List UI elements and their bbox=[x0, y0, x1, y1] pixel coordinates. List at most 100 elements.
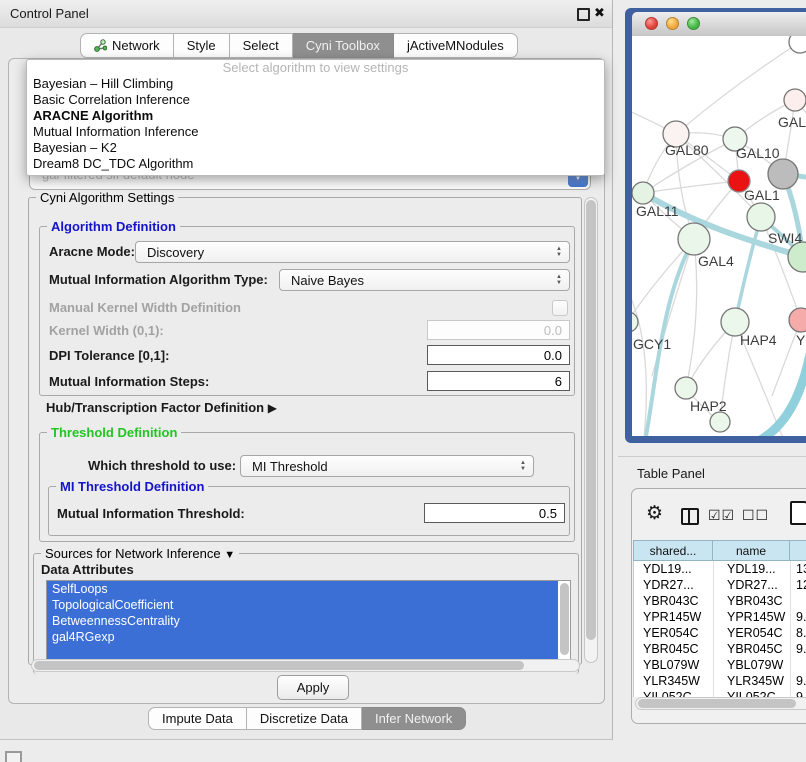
node-gray[interactable] bbox=[768, 159, 798, 189]
table-cell: YBR043C bbox=[714, 593, 791, 609]
mi-threshold-field[interactable] bbox=[424, 503, 565, 523]
control-panel-tabbar: Network Style Select Cyni Toolbox jActiv… bbox=[80, 33, 518, 58]
algorithm-popup-list: Select algorithm to view settings Bayesi… bbox=[26, 59, 605, 176]
popup-item[interactable]: Basic Correlation Inference bbox=[27, 92, 604, 108]
select-all-icon[interactable]: ☑☑ bbox=[708, 507, 735, 524]
node-gal4[interactable] bbox=[678, 223, 710, 255]
settings-horizontal-scrollbar[interactable] bbox=[31, 659, 580, 672]
bottom-tabbar: Impute Data Discretize Data Infer Networ… bbox=[148, 707, 466, 730]
mi-type-value: Naive Bayes bbox=[291, 273, 364, 288]
node-gal-partial[interactable] bbox=[784, 89, 806, 111]
which-threshold-value: MI Threshold bbox=[252, 459, 328, 474]
table-cell: YLR345W bbox=[634, 673, 714, 689]
list-item[interactable]: TopologicalCoefficient bbox=[47, 597, 558, 613]
network-canvas[interactable]: GAL GAL80 GAL10 GAL1 GAL11 SWI4 GAL4 GCY… bbox=[632, 36, 806, 436]
table-row[interactable]: YBL079WYBL079W bbox=[634, 657, 806, 673]
gear-icon[interactable]: ⚙ bbox=[646, 502, 663, 525]
tab-select[interactable]: Select bbox=[230, 33, 293, 58]
tab-discretize-data[interactable]: Discretize Data bbox=[247, 707, 362, 730]
table-cell: 9. bbox=[791, 641, 806, 657]
network-graph[interactable]: GAL GAL80 GAL10 GAL1 GAL11 SWI4 GAL4 GCY… bbox=[632, 36, 806, 436]
table-cell: YBR043C bbox=[634, 593, 714, 609]
node-label: GAL10 bbox=[736, 145, 780, 161]
aracne-mode-combo[interactable]: Discovery ▲▼ bbox=[135, 241, 570, 263]
column-browser-icon[interactable] bbox=[681, 508, 699, 525]
mi-type-combo[interactable]: Naive Bayes ▲▼ bbox=[279, 269, 570, 291]
node-swi4[interactable] bbox=[747, 203, 775, 231]
table-row[interactable]: YLR345WYLR345W9. bbox=[634, 673, 806, 689]
control-panel-window: Control Panel ✖ Network Style Select Cyn… bbox=[0, 0, 613, 740]
kernel-width-label: Kernel Width (0,1): bbox=[49, 323, 164, 338]
data-attributes-list[interactable]: SelfLoops TopologicalCoefficient Between… bbox=[46, 580, 571, 662]
mi-steps-field[interactable] bbox=[427, 371, 570, 391]
table-cell: YLR345W bbox=[714, 673, 791, 689]
node-hap2[interactable] bbox=[675, 377, 697, 399]
table-row[interactable]: YBR045CYBR045C9. bbox=[634, 641, 806, 657]
screen: Control Panel ✖ Network Style Select Cyn… bbox=[0, 0, 806, 762]
table-cell: YBL079W bbox=[634, 657, 714, 673]
popup-item[interactable]: Bayesian – K2 bbox=[27, 140, 604, 156]
table-row[interactable]: YIL052CYIL052C9 bbox=[634, 689, 806, 697]
popup-item-highlighted[interactable]: ARACNE Algorithm bbox=[27, 108, 604, 124]
list-item[interactable]: SelfLoops bbox=[47, 581, 558, 597]
tab-jactivemnodules[interactable]: jActiveMNodules bbox=[394, 33, 518, 58]
node-salmon[interactable] bbox=[789, 308, 806, 332]
close-icon[interactable]: ✖ bbox=[594, 5, 605, 21]
table-cell: YDR27... bbox=[634, 577, 714, 593]
hub-definition-expander[interactable]: Hub/Transcription Factor Definition ▶ bbox=[46, 400, 277, 415]
popup-item[interactable]: Mutual Information Inference bbox=[27, 124, 604, 140]
tab-network[interactable]: Network bbox=[80, 33, 174, 58]
new-table-icon[interactable] bbox=[790, 501, 806, 525]
deselect-all-icon[interactable]: ☐☐ bbox=[742, 507, 769, 524]
column-header-shared-name[interactable]: shared... bbox=[633, 540, 713, 561]
list-item[interactable]: BetweennessCentrality bbox=[47, 613, 558, 629]
cyni-toolbox-panel: gal-filtered sif default node ▲▼ Select … bbox=[8, 58, 605, 704]
tab-label: Network bbox=[112, 38, 160, 53]
table-horizontal-scrollbar[interactable] bbox=[635, 697, 806, 710]
apply-button[interactable]: Apply bbox=[277, 675, 349, 700]
table-cell: 13 bbox=[791, 561, 806, 577]
table-row[interactable]: YBR043CYBR043C bbox=[634, 593, 806, 609]
sources-collapse-header[interactable]: Sources for Network Inference ▼ bbox=[41, 546, 239, 561]
scrollbar-thumb[interactable] bbox=[34, 661, 524, 670]
dock-panel-icon[interactable] bbox=[5, 751, 22, 762]
tab-cyni-toolbox[interactable]: Cyni Toolbox bbox=[293, 33, 394, 58]
which-threshold-combo[interactable]: MI Threshold ▲▼ bbox=[240, 455, 534, 477]
table-row[interactable]: YDL19...YDL19...13 bbox=[634, 561, 806, 577]
float-window-icon[interactable] bbox=[577, 8, 590, 21]
tab-impute-data[interactable]: Impute Data bbox=[148, 707, 247, 730]
collapse-arrow-icon: ▼ bbox=[224, 549, 235, 561]
list-vertical-scrollbar[interactable] bbox=[560, 583, 569, 655]
network-window-titlebar[interactable] bbox=[632, 12, 806, 37]
manual-kernel-checkbox[interactable] bbox=[552, 300, 568, 316]
tab-infer-network[interactable]: Infer Network bbox=[362, 707, 466, 730]
node-label: HAP2 bbox=[690, 398, 727, 414]
table-cell: YIL052C bbox=[714, 689, 791, 697]
table-row[interactable]: YDR27...YDR27...12 bbox=[634, 577, 806, 593]
list-item[interactable]: gal4RGexp bbox=[47, 629, 558, 645]
column-header-name[interactable]: name bbox=[713, 540, 790, 561]
scrollbar-thumb[interactable] bbox=[586, 200, 596, 640]
table-header-row: shared... name A bbox=[633, 540, 806, 561]
node-unlabeled-top[interactable] bbox=[789, 36, 806, 53]
tab-style[interactable]: Style bbox=[174, 33, 230, 58]
group-title: MI Threshold Definition bbox=[56, 479, 208, 494]
expander-arrow-icon: ▶ bbox=[268, 401, 277, 415]
scrollbar-thumb[interactable] bbox=[638, 699, 796, 708]
dpi-tolerance-label: DPI Tolerance [0,1]: bbox=[49, 348, 169, 363]
column-header-partial[interactable]: A bbox=[790, 540, 806, 561]
close-traffic-light[interactable] bbox=[645, 17, 658, 30]
settings-vertical-scrollbar[interactable] bbox=[584, 197, 598, 663]
table-row[interactable]: YPR145WYPR145W9. bbox=[634, 609, 806, 625]
table-row[interactable]: YER054CYER054C8. bbox=[634, 625, 806, 641]
minimize-traffic-light[interactable] bbox=[666, 17, 679, 30]
zoom-traffic-light[interactable] bbox=[687, 17, 700, 30]
node-label: GAL4 bbox=[698, 253, 734, 269]
apply-button-label: Apply bbox=[297, 680, 330, 695]
node-bottom-green[interactable] bbox=[710, 412, 730, 432]
popup-item[interactable]: Dream8 DC_TDC Algorithm bbox=[27, 156, 604, 172]
popup-item[interactable]: Bayesian – Hill Climbing bbox=[27, 76, 604, 92]
dpi-tolerance-field[interactable] bbox=[427, 345, 570, 365]
kernel-width-field[interactable] bbox=[427, 320, 570, 340]
node-gal11[interactable] bbox=[632, 182, 654, 204]
